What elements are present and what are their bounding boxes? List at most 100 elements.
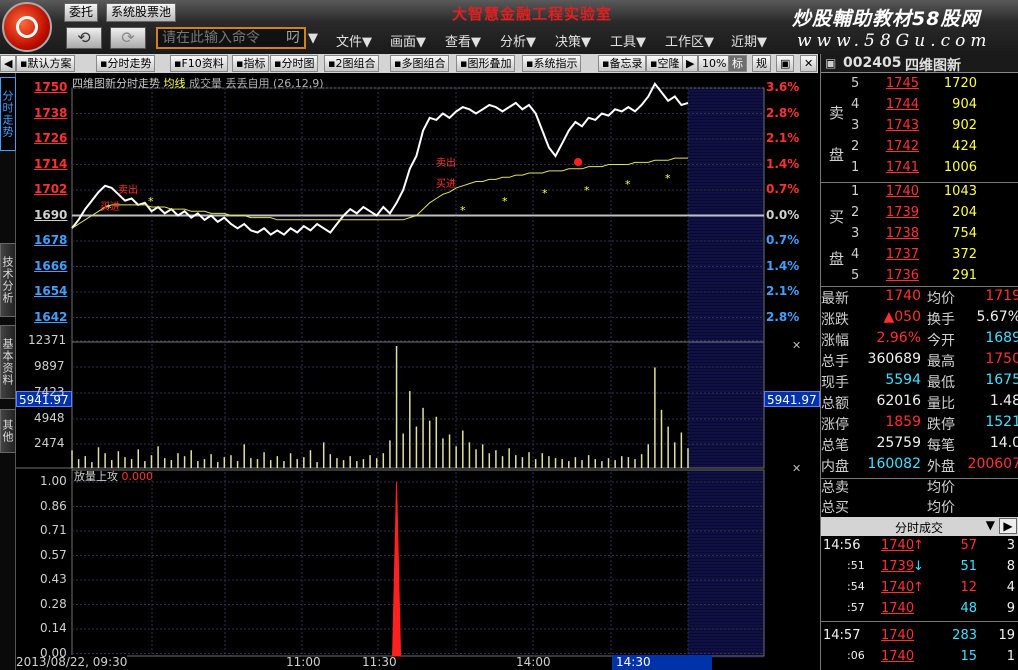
vtab-timeshare[interactable]: 分时走势	[0, 77, 16, 151]
stat-value: 1.48	[989, 393, 1018, 409]
menu-workspace[interactable]: 工作区▼	[665, 31, 714, 50]
signal-star-icon: *	[584, 184, 590, 197]
vtab-technical[interactable]: 技术分析	[0, 243, 16, 317]
ticks-expand-icon[interactable]: ▶	[999, 518, 1017, 534]
price-tick-label: 1714	[34, 156, 68, 171]
tick-direction-icon: ↓	[913, 559, 924, 574]
toolbar-timechart[interactable]: ▪分时图	[270, 55, 319, 72]
indicator-name: 放量上攻	[74, 470, 118, 483]
ask-side-label-1: 卖	[829, 104, 845, 122]
price-tick-label: 1690	[34, 207, 68, 222]
percent-tick-label: 3.6%	[766, 80, 800, 94]
indicator-tick-label: 0.14	[40, 621, 67, 635]
ticks-menu-icon[interactable]: ▼	[986, 518, 995, 532]
intraday-chart[interactable]: ***** * * *✕✕	[16, 73, 820, 670]
indicator-value: 0.000	[121, 470, 154, 483]
tick-row: 14:57 1740 283 19	[821, 628, 1018, 649]
cursor-volume-right: 5941.97	[764, 391, 820, 407]
after-hours-indicator-region	[688, 470, 764, 658]
stat-key: 最新	[821, 291, 849, 307]
stat-value: 360689	[867, 351, 921, 367]
total-key: 均价	[927, 500, 955, 516]
stat-value: 1750	[985, 351, 1018, 367]
ask-level: 4	[851, 97, 860, 112]
left-vertical-tabs: 分时走势 技术分析 基本资料 其他	[0, 73, 16, 670]
chart-title: 四维图新分时走势	[72, 77, 160, 90]
bid-volume: 204	[952, 205, 977, 220]
percent-tick-label: 2.8%	[766, 309, 800, 324]
menu-view[interactable]: 查看▼	[445, 31, 481, 50]
bid-level: 4	[851, 247, 860, 262]
volume-tick-label: 7423	[34, 385, 65, 399]
menu-analysis[interactable]: 分析▼	[500, 31, 536, 50]
ask-row: 2 1742 424	[821, 139, 1018, 160]
toolbar-empty-long[interactable]: ▪空隆	[646, 55, 684, 72]
percent-tick-label: 0.0%	[766, 207, 800, 222]
back-arrow-icon[interactable]: ⟲	[66, 27, 102, 49]
ask-volume: 902	[952, 118, 977, 133]
toolbar-timeshare[interactable]: ▪分时走势	[96, 55, 156, 72]
menu-decision[interactable]: 决策▼	[555, 31, 591, 50]
stat-key: 量比	[927, 396, 955, 412]
toolbar-system-indicator[interactable]: ▪系统指示	[522, 55, 582, 72]
toolbar-memo[interactable]: ▪备忘录	[598, 55, 647, 72]
app-logo[interactable]	[2, 2, 52, 52]
toolbar-window-icon[interactable]: ▣	[776, 55, 795, 72]
vtab-fundamentals[interactable]: 基本资料	[0, 325, 16, 399]
panel-close-icon[interactable]: ✕	[792, 462, 801, 475]
stat-key: 现手	[821, 375, 849, 391]
toolbar-two-chart[interactable]: ▪2图组合	[324, 55, 380, 72]
menu-recent[interactable]: 近期▼	[731, 31, 767, 50]
panel-toggle-icon[interactable]: ▣	[825, 56, 836, 70]
forward-arrow-icon[interactable]: ⟳	[110, 27, 146, 49]
stat-key: 涨停	[821, 417, 849, 433]
toolbar-multi-chart[interactable]: ▪多图组合	[390, 55, 450, 72]
toolbar-right-arrow-icon[interactable]: ▶	[682, 55, 699, 72]
percent-tick-label: 0.7%	[766, 233, 800, 247]
order-button[interactable]: 委托	[64, 3, 99, 22]
tick-volume: 48	[960, 601, 977, 616]
watermark-url: www.58Gu.com	[797, 31, 992, 51]
stat-value: 1521	[985, 414, 1018, 430]
menu-tools[interactable]: 工具▼	[610, 31, 646, 50]
percent-tick-label: 2.1%	[766, 131, 800, 145]
ask-price: 1744	[885, 97, 919, 112]
stock-header: ▣ 002405 四维图新	[821, 54, 1018, 74]
stat-key: 最高	[927, 354, 955, 370]
bid-row: 2 1739 204	[821, 205, 1018, 226]
bid-price: 1740	[885, 184, 919, 199]
menu-dropdown-icon[interactable]: ▼	[308, 31, 318, 46]
command-input[interactable]: 请在此输入命令 叼	[156, 27, 306, 49]
stock-pool-button[interactable]: 系统股票池	[106, 3, 177, 22]
watermark-brand: 炒股輔助教材58股网	[792, 8, 981, 30]
stock-code: 002405	[843, 55, 902, 71]
toolbar-rule[interactable]: 规	[752, 55, 771, 72]
stat-key: 每笔	[927, 438, 955, 454]
custom-indicator-label: 丢丢自用 (26,12,9)	[225, 77, 324, 90]
stat-key: 总笔	[821, 438, 849, 454]
toolbar-left-arrow-icon[interactable]: ◀	[0, 55, 17, 72]
volume-tick-label: 12371	[28, 333, 67, 347]
indicator-tick-label: 0.86	[40, 498, 67, 513]
menu-screen[interactable]: 画面▼	[390, 31, 426, 50]
total-row: 总买 均价	[821, 497, 1018, 518]
vtab-other[interactable]: 其他	[0, 409, 16, 453]
ask-row: 4 1744 904	[821, 97, 1018, 118]
trade-mark-buy-2: 买进	[436, 179, 456, 190]
toolbar-10pct[interactable]: 10%	[698, 55, 731, 72]
menu-file[interactable]: 文件▼	[336, 31, 372, 50]
toolbar-mark[interactable]: 标	[728, 55, 747, 72]
stat-row: 现手 5594 最低 1675	[821, 372, 1018, 393]
toolbar-close-icon[interactable]: ✕	[800, 55, 818, 72]
panel-close-icon[interactable]: ✕	[792, 339, 801, 352]
stat-row: 总额 62016 量比 1.48	[821, 393, 1018, 414]
price-line	[71, 81, 689, 236]
volume-tick-label: 4948	[34, 411, 65, 425]
toolbar: ◀ ▪默认方案 ▪分时走势 ▪F10资料 ▪指标 ▪分时图 ▪2图组合 ▪多图组…	[0, 54, 818, 73]
toolbar-default-scheme[interactable]: ▪默认方案	[16, 55, 76, 72]
tick-time: :51	[847, 559, 865, 572]
stat-row: 总笔 25759 每笔 14.0	[821, 435, 1018, 456]
toolbar-indicator[interactable]: ▪指标	[232, 55, 270, 72]
toolbar-f10[interactable]: ▪F10资料	[170, 55, 228, 72]
toolbar-overlay[interactable]: ▪图形叠加	[456, 55, 516, 72]
